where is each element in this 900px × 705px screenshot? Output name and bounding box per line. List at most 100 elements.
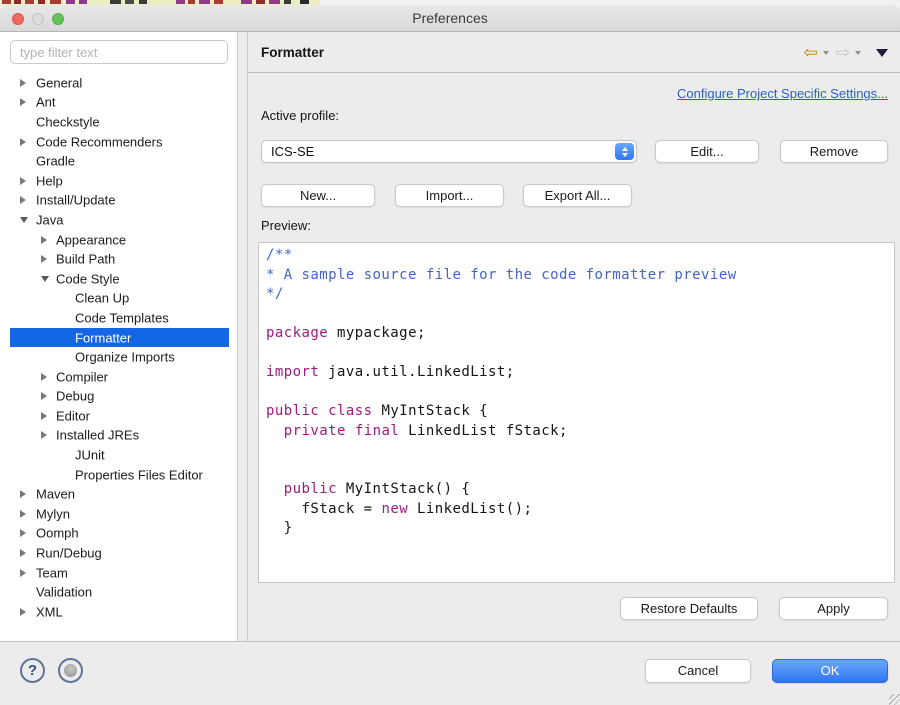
sidebar-item-properties-files-editor[interactable]: Properties Files Editor [10,465,229,485]
collapsed-arrow-icon[interactable] [20,569,26,577]
collapsed-arrow-icon[interactable] [41,236,47,244]
sidebar-item-validation[interactable]: Validation [10,582,229,602]
sidebar-item-label: Maven [36,487,75,502]
sidebar-item-label: Validation [36,585,92,600]
sidebar-item-label: Build Path [56,252,115,267]
back-history-dropdown-icon[interactable] [823,51,829,55]
code-line [266,462,887,482]
new-button[interactable]: New... [261,184,375,207]
sidebar-item-formatter[interactable]: Formatter [10,328,229,348]
sidebar-item-label: Ant [36,95,56,110]
sidebar-item-organize-imports[interactable]: Organize Imports [10,347,229,367]
collapsed-arrow-icon[interactable] [20,490,26,498]
sidebar-item-label: Run/Debug [36,546,102,561]
restore-defaults-button[interactable]: Restore Defaults [620,597,758,620]
sidebar-item-label: XML [36,604,63,619]
sidebar-scrollbar-track[interactable] [238,32,248,641]
view-menu-icon[interactable] [876,49,888,57]
screen: Preferences General Ant Checkstyle Code Rec… [0,0,900,705]
code-line [266,306,887,326]
sidebar-item-install-update[interactable]: Install/Update [10,191,229,211]
sidebar-item-oomph[interactable]: Oomph [10,524,229,544]
preference-recorder-button[interactable] [58,658,83,683]
collapsed-arrow-icon[interactable] [41,255,47,263]
sidebar-item-run-debug[interactable]: Run/Debug [10,543,229,563]
forward-history-dropdown-icon[interactable] [855,51,861,55]
sidebar-item-installed-jres[interactable]: Installed JREs [10,426,229,446]
sidebar-item-compiler[interactable]: Compiler [10,367,229,387]
sidebar-item-label: Clean Up [75,291,129,306]
configure-project-specific-settings-link[interactable]: Configure Project Specific Settings... [677,86,888,101]
sidebar-item-code-recommenders[interactable]: Code Recommenders [10,132,229,152]
page-header: Formatter ⇦ ⇨ [248,32,900,73]
sidebar-item-java[interactable]: Java [10,210,229,230]
filter-input[interactable] [10,40,228,64]
expanded-arrow-icon[interactable] [20,217,28,223]
code-line: */ [266,286,887,306]
collapsed-arrow-icon[interactable] [20,510,26,518]
sidebar-item-ant[interactable]: Ant [10,93,229,113]
collapsed-arrow-icon[interactable] [20,177,26,185]
apply-button[interactable]: Apply [779,597,888,620]
collapsed-arrow-icon[interactable] [41,431,47,439]
code-preview[interactable]: /*** A sample source file for the code f… [258,242,895,583]
code-line: package mypackage; [266,325,887,345]
code-line [266,345,887,365]
sidebar-item-label: Checkstyle [36,114,100,129]
collapsed-arrow-icon[interactable] [41,392,47,400]
sidebar-item-checkstyle[interactable]: Checkstyle [10,112,229,132]
collapsed-arrow-icon[interactable] [41,412,47,420]
remove-button[interactable]: Remove [780,140,888,163]
sidebar-item-build-path[interactable]: Build Path [10,249,229,269]
combo-stepper-icon [615,143,634,160]
collapsed-arrow-icon[interactable] [20,98,26,106]
forward-arrow-icon[interactable]: ⇨ [836,44,850,61]
preferences-tree: General Ant Checkstyle Code Recommenders Gra… [0,73,237,641]
collapsed-arrow-icon[interactable] [20,138,26,146]
sidebar-item-code-style[interactable]: Code Style [10,269,229,289]
active-profile-select[interactable]: ICS-SE [261,140,637,163]
collapsed-arrow-icon[interactable] [20,79,26,87]
sidebar-item-label: Install/Update [36,193,116,208]
sidebar-item-code-templates[interactable]: Code Templates [10,308,229,328]
sidebar-item-label: Installed JREs [56,428,139,443]
export-all-button[interactable]: Export All... [523,184,632,207]
sidebar-item-label: Formatter [75,330,131,345]
resize-grip[interactable] [889,694,900,705]
sidebar-item-mylyn[interactable]: Mylyn [10,504,229,524]
sidebar-item-label: Java [36,212,63,227]
ok-button[interactable]: OK [772,659,888,683]
collapsed-arrow-icon[interactable] [20,529,26,537]
sidebar-item-help[interactable]: Help [10,171,229,191]
cancel-button[interactable]: Cancel [645,659,751,683]
page-title: Formatter [261,32,324,73]
sidebar-item-maven[interactable]: Maven [10,484,229,504]
expanded-arrow-icon[interactable] [41,276,49,282]
sidebar-item-label: Appearance [56,232,126,247]
sidebar-item-editor[interactable]: Editor [10,406,229,426]
sidebar-item-label: Code Recommenders [36,134,162,149]
collapsed-arrow-icon[interactable] [41,373,47,381]
sidebar-item-label: Compiler [56,369,108,384]
sidebar-item-clean-up[interactable]: Clean Up [10,289,229,309]
help-button[interactable]: ? [20,658,45,683]
sidebar-item-debug[interactable]: Debug [10,387,229,407]
collapsed-arrow-icon[interactable] [20,608,26,616]
sidebar-item-label: Code Templates [75,310,169,325]
sidebar-item-team[interactable]: Team [10,563,229,583]
sidebar-item-general[interactable]: General [10,73,229,93]
sidebar-item-junit[interactable]: JUnit [10,445,229,465]
question-mark-icon: ? [28,662,37,679]
import-button[interactable]: Import... [395,184,504,207]
sidebar-item-label: Debug [56,389,94,404]
edit-button[interactable]: Edit... [655,140,759,163]
sidebar-item-xml[interactable]: XML [10,602,229,622]
sidebar-item-label: Organize Imports [75,350,175,365]
back-arrow-icon[interactable]: ⇦ [804,44,818,61]
sidebar-item-gradle[interactable]: Gradle [10,151,229,171]
title-bar[interactable]: Preferences [0,5,900,32]
collapsed-arrow-icon[interactable] [20,549,26,557]
sidebar-item-appearance[interactable]: Appearance [10,230,229,250]
collapsed-arrow-icon[interactable] [20,196,26,204]
sidebar-item-label: Oomph [36,526,79,541]
